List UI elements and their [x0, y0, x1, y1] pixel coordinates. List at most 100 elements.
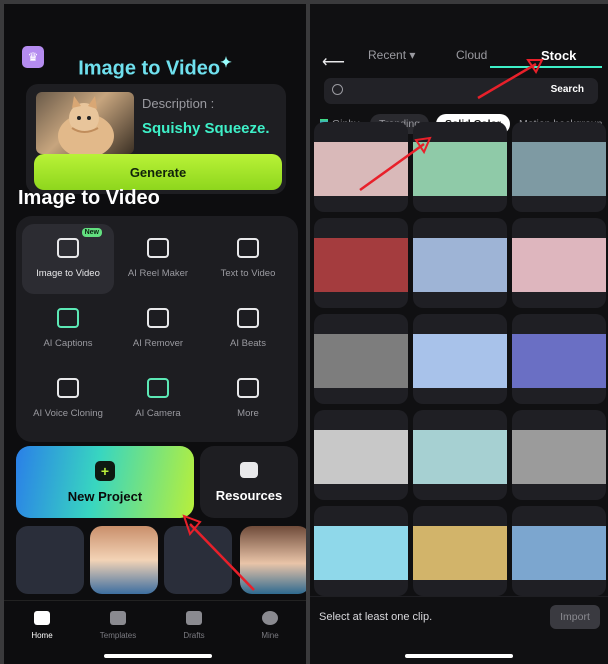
profile-icon [262, 611, 278, 625]
new-project-label: New Project [67, 488, 143, 504]
color-swatch-tile[interactable] [314, 218, 408, 308]
search-bar[interactable]: Search [324, 78, 598, 104]
tool-label: AI Captions [43, 338, 93, 349]
color-swatch [314, 238, 408, 292]
color-swatch-tile[interactable] [314, 410, 408, 500]
tool-label: Text to Video [220, 268, 276, 279]
voice-cloning-icon [57, 378, 79, 398]
camera-icon [147, 378, 169, 398]
resources-button[interactable]: Resources [200, 446, 298, 518]
cat-thumbnail[interactable] [36, 92, 134, 154]
new-badge: New [81, 228, 102, 237]
import-button[interactable]: Import [550, 605, 600, 629]
reel-maker-icon [147, 238, 169, 258]
tool-label: AI Remover [132, 338, 184, 349]
tool-ai-captions[interactable]: AI Captions [22, 294, 114, 364]
hero-title: Image to Video✦ [78, 54, 232, 80]
tool-text-to-video[interactable]: Text to Video [202, 224, 294, 294]
selection-footer: Select at least one clip. Import [310, 596, 608, 664]
tool-ai-camera[interactable]: AI Camera [112, 364, 204, 434]
color-swatch [512, 430, 606, 484]
recent-thumbnail[interactable] [240, 526, 306, 594]
search-button[interactable]: Search [551, 84, 584, 95]
image-to-video-icon [57, 238, 79, 258]
color-swatch [314, 142, 408, 196]
active-tab-underline [490, 66, 602, 68]
tool-ai-reel-maker[interactable]: AI Reel Maker [112, 224, 204, 294]
tool-ai-beats[interactable]: AI Beats [202, 294, 294, 364]
plus-icon: + [95, 460, 115, 481]
color-swatch-tile[interactable] [314, 122, 408, 212]
color-swatch [512, 334, 606, 388]
right-screen-media-picker: ⟵ Recent ▾ Cloud Stock Search Giphy Tren… [310, 4, 608, 664]
drafts-icon [186, 611, 202, 625]
recent-thumbnail[interactable] [164, 526, 232, 594]
color-swatch-tile[interactable] [512, 218, 606, 308]
color-swatch-tile[interactable] [314, 506, 408, 596]
description-label: Description : [142, 96, 215, 111]
text-to-video-icon [237, 238, 259, 258]
selection-message: Select at least one clip. [319, 611, 433, 623]
color-swatch-tile[interactable] [512, 314, 606, 404]
color-swatch [314, 430, 408, 484]
tool-ai-remover[interactable]: AI Remover [112, 294, 204, 364]
color-swatch [512, 238, 606, 292]
home-indicator [405, 654, 513, 658]
color-swatch [413, 526, 507, 580]
nav-label: Home [31, 631, 53, 640]
tool-ai-voice-cloning[interactable]: AI Voice Cloning [22, 364, 114, 434]
home-icon [34, 611, 50, 625]
color-swatch [413, 334, 507, 388]
home-indicator [104, 654, 212, 658]
tool-label: AI Voice Cloning [33, 408, 103, 419]
color-swatch [512, 142, 606, 196]
color-swatch-tile[interactable] [413, 314, 507, 404]
resources-icon [240, 461, 258, 478]
captions-icon [57, 308, 79, 328]
color-swatch [413, 142, 507, 196]
color-swatch-tile[interactable] [413, 506, 507, 596]
tab-stock[interactable]: Stock [541, 48, 576, 63]
beats-icon [237, 308, 259, 328]
tab-recent[interactable]: Recent ▾ [368, 48, 415, 62]
bottom-navigation: Home Templates Drafts Mine [4, 600, 306, 664]
tools-grid: New Image to Video AI Reel Maker Text to… [16, 216, 298, 442]
color-swatch-tile[interactable] [314, 314, 408, 404]
cat-image [58, 96, 114, 154]
nav-label: Mine [261, 631, 279, 640]
search-icon [332, 84, 343, 95]
left-screen-home: ♛ Image to Video✦ Description : Squishy … [4, 4, 306, 664]
nav-mine[interactable]: Mine [240, 611, 300, 640]
tool-more[interactable]: More [202, 364, 294, 434]
tool-label: AI Camera [135, 408, 181, 419]
color-swatch [413, 430, 507, 484]
tool-label: More [237, 408, 259, 419]
color-swatch [314, 334, 408, 388]
recent-thumbnail[interactable] [90, 526, 158, 594]
tool-label: AI Reel Maker [127, 268, 189, 279]
resources-label: Resources [215, 487, 283, 503]
color-swatch-tile[interactable] [413, 410, 507, 500]
new-project-button[interactable]: + New Project [16, 446, 194, 518]
color-swatch-tile[interactable] [512, 122, 606, 212]
section-title: Image to Video [18, 187, 160, 209]
back-arrow-icon[interactable]: ⟵ [322, 52, 345, 72]
color-swatch-tile[interactable] [413, 218, 507, 308]
description-value: Squishy Squeeze. [142, 120, 270, 137]
color-swatch-tile[interactable] [512, 410, 606, 500]
more-grid-icon [237, 378, 259, 398]
tool-label: Image to Video [36, 268, 100, 279]
recent-thumbnail[interactable] [16, 526, 84, 594]
color-swatch-tile[interactable] [512, 506, 606, 596]
color-swatch-tile[interactable] [413, 122, 507, 212]
color-swatch [512, 526, 606, 580]
nav-templates[interactable]: Templates [88, 611, 148, 640]
nav-home[interactable]: Home [12, 611, 72, 640]
color-swatch [314, 526, 408, 580]
color-swatch [413, 238, 507, 292]
nav-drafts[interactable]: Drafts [164, 611, 224, 640]
generate-button[interactable]: Generate [34, 154, 282, 190]
tab-cloud[interactable]: Cloud [456, 48, 487, 62]
tool-image-to-video[interactable]: New Image to Video [22, 224, 114, 294]
templates-icon [110, 611, 126, 625]
